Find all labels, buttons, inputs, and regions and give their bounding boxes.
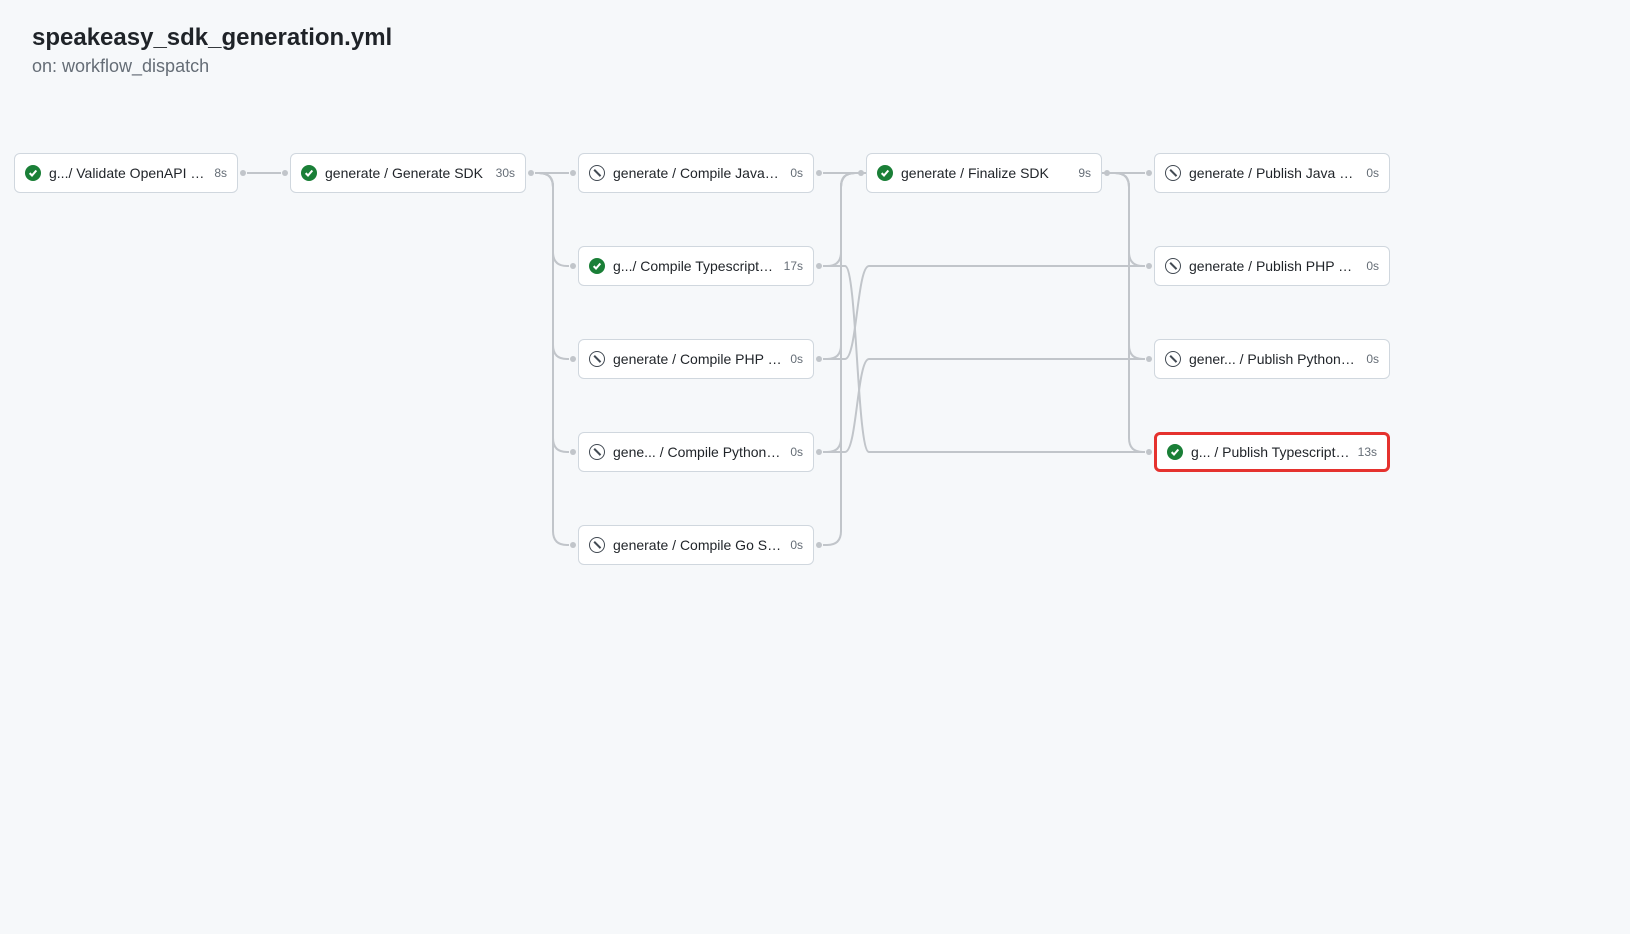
status-success-icon — [25, 165, 41, 181]
job-label: gener... / Publish Python SDK — [1189, 351, 1358, 367]
job-node-publish-java[interactable]: generate / Publish Java SDK 0s — [1154, 153, 1390, 193]
edge — [1111, 173, 1145, 359]
edge — [1111, 173, 1145, 266]
edge-dot — [528, 170, 534, 176]
job-label: g... / Publish Typescript SDK — [1191, 444, 1350, 460]
edge-dot — [858, 170, 864, 176]
job-duration: 13s — [1358, 445, 1377, 459]
job-node-compile-go[interactable]: generate / Compile Go SDK 0s — [578, 525, 814, 565]
job-node-validate[interactable]: g.../ Validate OpenAPI Doc... 8s — [14, 153, 238, 193]
job-node-compile-java[interactable]: generate / Compile Java SDK 0s — [578, 153, 814, 193]
status-success-icon — [1167, 444, 1183, 460]
job-node-publish-ts[interactable]: g... / Publish Typescript SDK 13s — [1154, 432, 1390, 472]
job-duration: 0s — [1366, 352, 1379, 366]
edge — [823, 173, 857, 266]
job-label: generate / Compile Go SDK — [613, 537, 782, 553]
edge-dot — [570, 542, 576, 548]
edge — [823, 173, 857, 359]
job-node-compile-python[interactable]: gene... / Compile Python SDK 0s — [578, 432, 814, 472]
status-skipped-icon — [589, 351, 605, 367]
edge-dot — [570, 356, 576, 362]
job-duration: 17s — [784, 259, 803, 273]
workflow-title: speakeasy_sdk_generation.yml — [32, 24, 1598, 52]
edge — [823, 359, 1145, 452]
workflow-graph: g.../ Validate OpenAPI Doc... 8s generate … — [0, 117, 1630, 917]
graph-edges — [0, 117, 1630, 917]
status-success-icon — [301, 165, 317, 181]
edge-dot — [1146, 170, 1152, 176]
job-duration: 8s — [214, 166, 227, 180]
edge-dot — [282, 170, 288, 176]
status-skipped-icon — [589, 444, 605, 460]
job-duration: 0s — [1366, 259, 1379, 273]
edge-dot — [1146, 263, 1152, 269]
job-label: generate / Publish PHP SDK — [1189, 258, 1358, 274]
edge-dot — [570, 170, 576, 176]
job-label: generate / Compile PHP SDK — [613, 351, 782, 367]
job-duration: 0s — [790, 166, 803, 180]
job-node-compile-ts[interactable]: g.../ Compile Typescript S... 17s — [578, 246, 814, 286]
job-node-compile-php[interactable]: generate / Compile PHP SDK 0s — [578, 339, 814, 379]
job-node-finalize[interactable]: generate / Finalize SDK 9s — [866, 153, 1102, 193]
edge — [535, 173, 569, 266]
status-skipped-icon — [1165, 258, 1181, 274]
workflow-header: speakeasy_sdk_generation.yml on: workflo… — [0, 0, 1630, 77]
edge-dot — [816, 170, 822, 176]
edge — [535, 173, 569, 452]
job-duration: 0s — [790, 445, 803, 459]
job-label: generate / Finalize SDK — [901, 165, 1070, 181]
edge-dot — [570, 263, 576, 269]
edge-dot — [1146, 449, 1152, 455]
edge — [1111, 173, 1145, 452]
job-label: g.../ Compile Typescript S... — [613, 258, 776, 274]
job-label: g.../ Validate OpenAPI Doc... — [49, 165, 206, 181]
edge — [535, 173, 569, 545]
edge — [823, 266, 1145, 452]
job-label: generate / Compile Java SDK — [613, 165, 782, 181]
edge-dot — [570, 449, 576, 455]
edge-dot — [816, 356, 822, 362]
edge-dot — [1146, 356, 1152, 362]
job-duration: 30s — [496, 166, 515, 180]
edge-dot — [1104, 170, 1110, 176]
workflow-trigger: on: workflow_dispatch — [32, 56, 1598, 77]
status-skipped-icon — [1165, 165, 1181, 181]
edge — [823, 266, 1145, 359]
job-label: generate / Publish Java SDK — [1189, 165, 1358, 181]
edge — [823, 173, 857, 545]
job-duration: 0s — [790, 538, 803, 552]
job-node-generate[interactable]: generate / Generate SDK 30s — [290, 153, 526, 193]
job-duration: 0s — [1366, 166, 1379, 180]
status-success-icon — [589, 258, 605, 274]
edge — [823, 173, 857, 452]
job-duration: 0s — [790, 352, 803, 366]
edge-dot — [816, 542, 822, 548]
edge — [535, 173, 569, 359]
job-node-publish-python[interactable]: gener... / Publish Python SDK 0s — [1154, 339, 1390, 379]
status-skipped-icon — [589, 165, 605, 181]
status-success-icon — [877, 165, 893, 181]
job-duration: 9s — [1078, 166, 1091, 180]
job-label: gene... / Compile Python SDK — [613, 444, 782, 460]
job-label: generate / Generate SDK — [325, 165, 488, 181]
status-skipped-icon — [1165, 351, 1181, 367]
edge-dot — [816, 263, 822, 269]
edge-dot — [240, 170, 246, 176]
job-node-publish-php[interactable]: generate / Publish PHP SDK 0s — [1154, 246, 1390, 286]
status-skipped-icon — [589, 537, 605, 553]
edge-dot — [816, 449, 822, 455]
